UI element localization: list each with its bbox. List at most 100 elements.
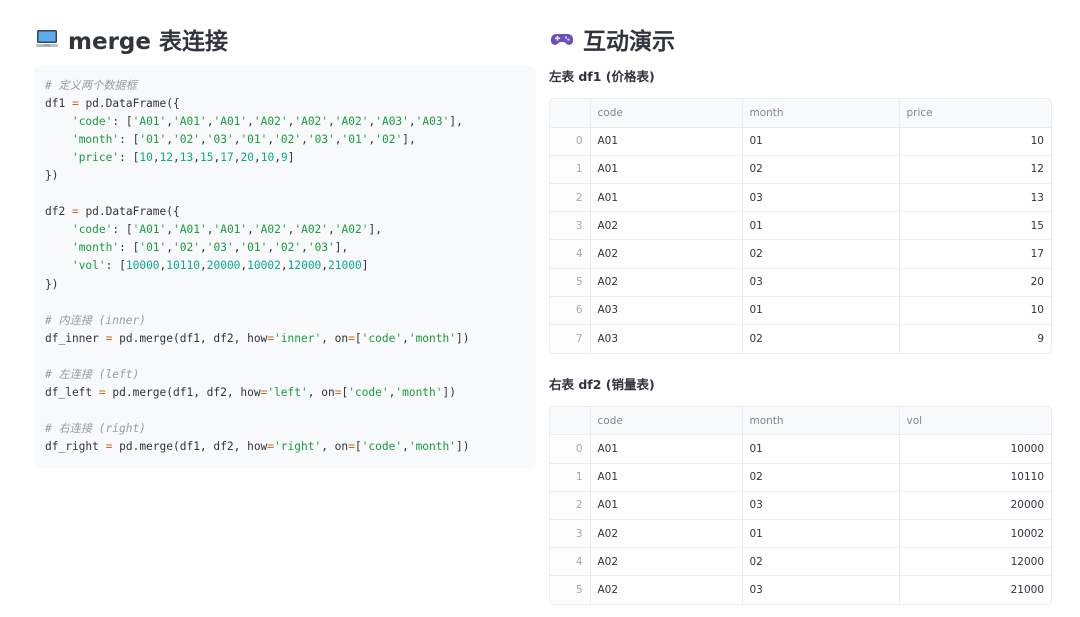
- table-cell[interactable]: A03: [590, 296, 743, 326]
- table-cell[interactable]: 10: [899, 296, 1051, 326]
- code-token: =: [98, 385, 106, 399]
- code-block[interactable]: # 定义两个数据框 df1 = pd.DataFrame({ 'code': ['…: [34, 66, 536, 468]
- table-cell[interactable]: 17: [899, 239, 1051, 269]
- code-token: '02': [173, 133, 200, 147]
- column-header-month[interactable]: month: [742, 406, 900, 436]
- code-comment: # 定义两个数据框: [45, 79, 137, 92]
- table-cell[interactable]: A01: [590, 127, 743, 156]
- table-row[interactable]: 3 A02 01 10002: [550, 519, 1051, 549]
- table-cell[interactable]: 01: [742, 296, 900, 326]
- table-cell[interactable]: A01: [590, 183, 743, 213]
- table-cell[interactable]: 01: [742, 519, 900, 549]
- index-header[interactable]: [550, 99, 591, 128]
- row-index[interactable]: 1: [550, 463, 591, 492]
- table-cell[interactable]: 02: [742, 239, 900, 269]
- code-token: 'code': [348, 385, 389, 399]
- table-row[interactable]: 1 A01 02 12: [550, 155, 1051, 185]
- table-row[interactable]: 2 A01 03 13: [550, 183, 1051, 213]
- table-cell[interactable]: 03: [742, 575, 900, 604]
- column-header-month[interactable]: month: [742, 99, 900, 128]
- table-cell[interactable]: 03: [742, 268, 900, 297]
- table-cell[interactable]: 10002: [899, 519, 1051, 549]
- table-cell[interactable]: 9: [899, 325, 1051, 353]
- df2-table[interactable]: code month vol 0 A01 01 10000 1 A01 02 10110 2 A01 0…: [549, 405, 1052, 605]
- code-line: ​: [45, 348, 524, 366]
- code-token: df1: [45, 97, 72, 111]
- table-row[interactable]: 2 A01 03 20000: [550, 491, 1051, 520]
- row-index[interactable]: 0: [550, 434, 591, 464]
- row-index[interactable]: 1: [550, 155, 591, 185]
- row-index[interactable]: 2: [550, 183, 591, 213]
- table-cell[interactable]: 12000: [899, 547, 1051, 577]
- table-cell[interactable]: 13: [899, 183, 1051, 213]
- table-cell[interactable]: 02: [742, 324, 900, 353]
- code-token: }): [45, 169, 59, 183]
- table-row[interactable]: 5 A02 03 21000: [550, 575, 1051, 604]
- table-cell[interactable]: 21000: [899, 576, 1051, 604]
- table-row[interactable]: 0 A01 01 10: [550, 127, 1051, 156]
- column-header-vol[interactable]: vol: [899, 406, 1051, 436]
- code-token: 13: [179, 151, 194, 165]
- row-index[interactable]: 2: [550, 491, 591, 520]
- table-cell[interactable]: 01: [742, 434, 900, 464]
- table-cell[interactable]: 02: [742, 463, 900, 492]
- code-line: df2 = pd.DataFrame({: [45, 203, 524, 221]
- table-row[interactable]: 1 A01 02 10110: [550, 463, 1051, 492]
- table-row[interactable]: 3 A02 01 15: [550, 211, 1051, 241]
- row-index[interactable]: 5: [550, 575, 591, 604]
- table-cell[interactable]: 01: [742, 127, 900, 156]
- table-cell[interactable]: 03: [742, 183, 900, 213]
- table-cell[interactable]: 10000: [899, 434, 1051, 464]
- table-cell[interactable]: 01: [742, 211, 900, 241]
- code-line: 'price': [10,12,13,15,17,20,10,9]: [45, 149, 524, 167]
- table-cell[interactable]: 20000: [899, 491, 1051, 520]
- table-cell[interactable]: 12: [899, 155, 1051, 185]
- table-cell[interactable]: 03: [742, 491, 900, 520]
- table-cell[interactable]: A02: [590, 547, 743, 577]
- row-index[interactable]: 7: [550, 324, 591, 353]
- table-cell[interactable]: A01: [590, 155, 743, 185]
- table-row[interactable]: 6 A03 01 10: [550, 296, 1051, 326]
- code-token: 15: [200, 151, 214, 165]
- table-cell[interactable]: A02: [590, 575, 743, 604]
- table-cell[interactable]: 10: [899, 127, 1051, 156]
- row-index[interactable]: 0: [550, 127, 591, 156]
- table-row[interactable]: 4 A02 02 12000: [550, 547, 1051, 577]
- table-cell[interactable]: A01: [590, 434, 743, 464]
- row-index[interactable]: 6: [550, 296, 591, 326]
- table-row[interactable]: 4 A02 02 17: [550, 239, 1051, 269]
- table-row[interactable]: 0 A01 01 10000: [550, 434, 1051, 464]
- column-header-code[interactable]: code: [590, 99, 743, 128]
- table-cell[interactable]: A01: [590, 463, 743, 492]
- code-token: '03': [206, 133, 234, 147]
- code-line: 'month': ['01','02','03','01','02','03']…: [45, 239, 524, 257]
- code-token: , on: [321, 439, 349, 453]
- table-cell[interactable]: 10110: [899, 463, 1051, 492]
- table-cell[interactable]: A02: [590, 211, 743, 241]
- table-cell[interactable]: A01: [590, 491, 743, 520]
- column-header-code[interactable]: code: [590, 406, 743, 436]
- row-index[interactable]: 4: [550, 239, 591, 269]
- table-cell[interactable]: A03: [590, 324, 743, 353]
- code-token: =: [348, 439, 355, 453]
- table-row[interactable]: 7 A03 02 9: [550, 324, 1051, 353]
- table-cell[interactable]: A02: [590, 239, 743, 269]
- row-index[interactable]: 5: [550, 268, 591, 297]
- table-row[interactable]: 5 A02 03 20: [550, 268, 1051, 297]
- code-token: 'A02': [253, 223, 288, 237]
- table-cell[interactable]: A02: [590, 519, 743, 549]
- row-index[interactable]: 3: [550, 519, 591, 549]
- code-token: 9: [280, 151, 288, 165]
- row-index[interactable]: 4: [550, 547, 591, 577]
- code-token: 12: [159, 151, 174, 165]
- table-cell[interactable]: 02: [742, 547, 900, 577]
- table-cell[interactable]: 15: [899, 211, 1051, 241]
- index-header[interactable]: [550, 406, 591, 436]
- table-cell[interactable]: A02: [590, 268, 743, 297]
- row-index[interactable]: 3: [550, 211, 591, 241]
- df1-table[interactable]: code month price 0 A01 01 10 1 A01 02 12 2 A01 03 13 3…: [549, 98, 1052, 354]
- column-header-price[interactable]: price: [899, 99, 1051, 128]
- table-cell[interactable]: 20: [899, 268, 1051, 297]
- table-cell[interactable]: 02: [742, 155, 900, 185]
